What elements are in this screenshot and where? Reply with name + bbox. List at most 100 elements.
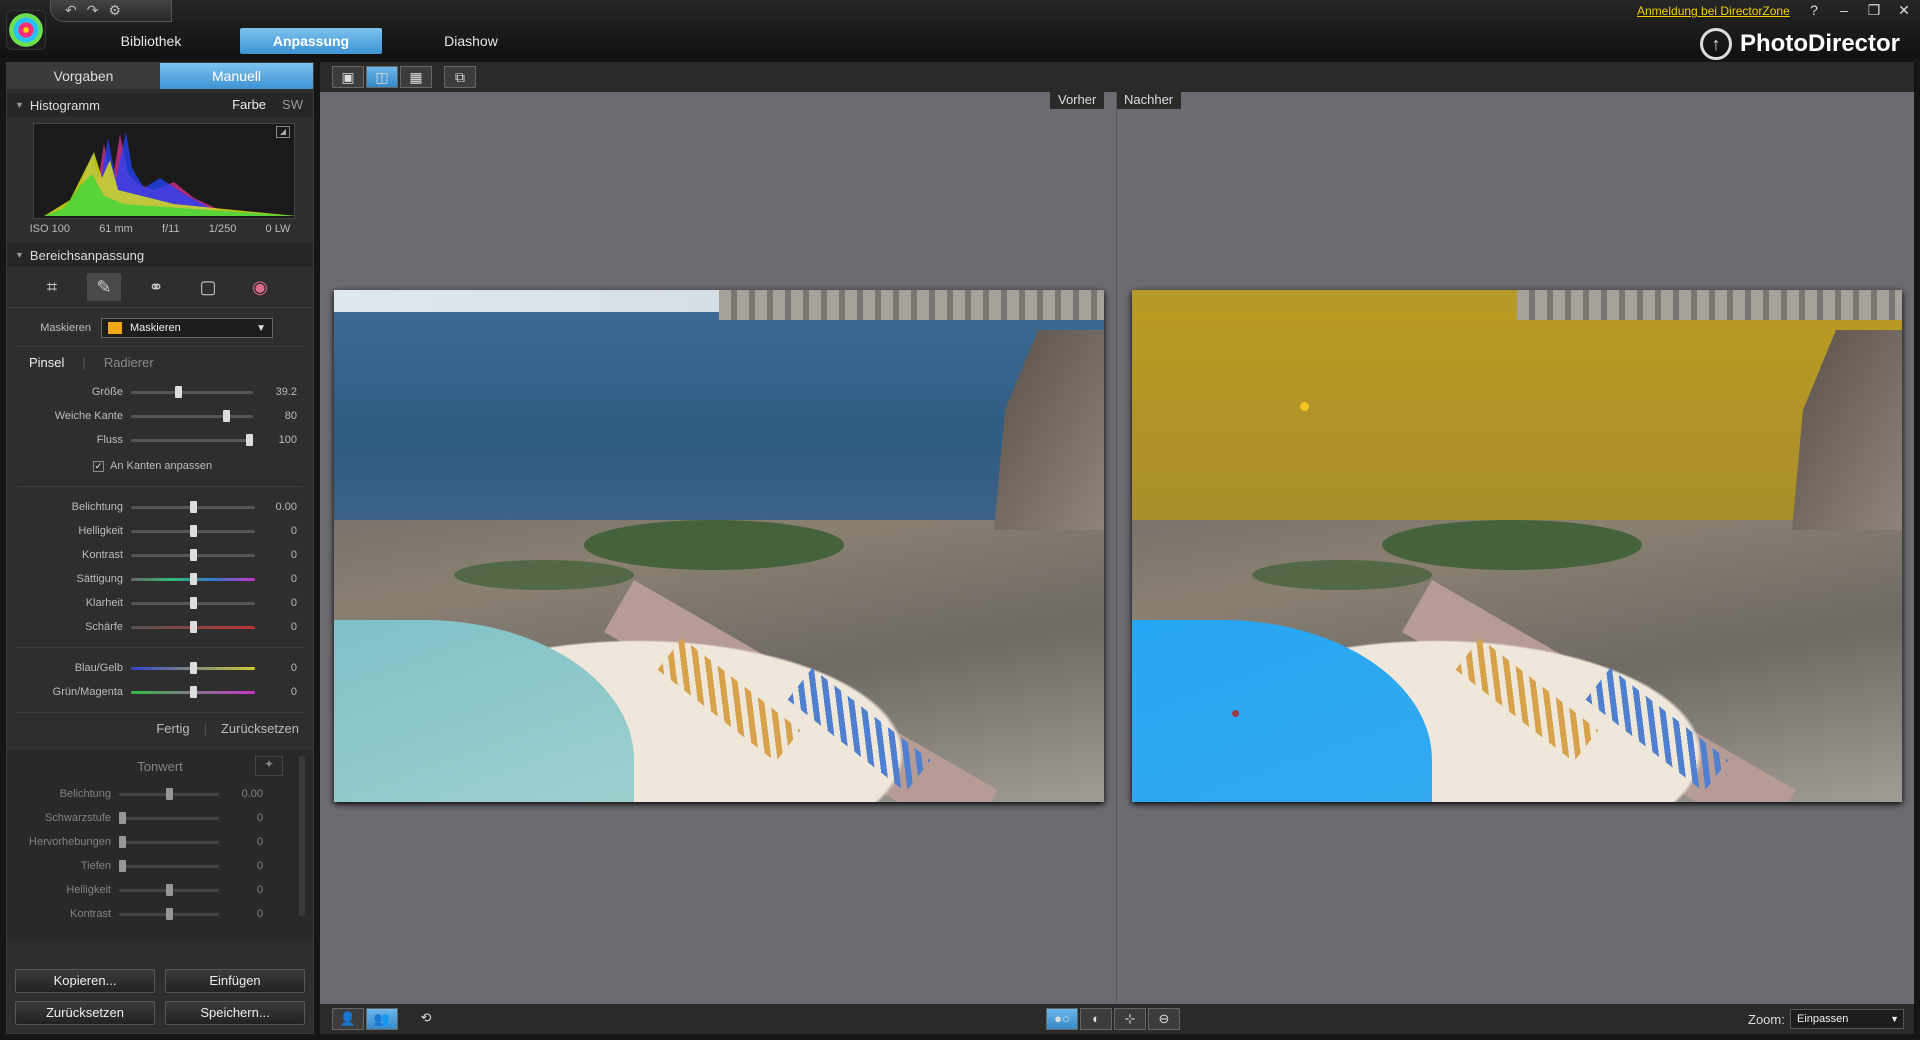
tab-pinsel[interactable]: Pinsel (29, 355, 64, 370)
reset-button[interactable]: Zurücksetzen (15, 1001, 155, 1025)
slider-handle[interactable] (189, 620, 197, 633)
redo-icon[interactable]: ↷ (87, 2, 99, 19)
tab-bibliothek[interactable]: Bibliothek (80, 28, 222, 54)
slider-handle[interactable] (119, 835, 126, 848)
rotate-list-icon[interactable]: ⟲ (410, 1008, 442, 1030)
slider-handle[interactable] (189, 685, 197, 698)
tone-scrollbar[interactable] (299, 756, 305, 916)
pin-icon[interactable]: ✦ (255, 756, 283, 776)
app-logo-icon[interactable] (6, 10, 46, 50)
tab-radierer[interactable]: Radierer (104, 355, 154, 370)
slider-value: 100 (278, 434, 297, 446)
minimize-icon[interactable]: – (1835, 2, 1853, 19)
slider-row: Sättigung 0 (7, 567, 313, 591)
spot-removal-icon[interactable]: ⚭ (139, 273, 173, 301)
paste-button[interactable]: Einfügen (165, 969, 305, 993)
slider-handle[interactable] (119, 811, 126, 824)
slider-track[interactable] (131, 596, 255, 609)
collapse-triangle-icon[interactable]: ▼ (15, 250, 24, 260)
tab-anpassung[interactable]: Anpassung (240, 28, 382, 54)
slider-handle[interactable] (119, 859, 126, 872)
single-view-icon[interactable]: ▣ (332, 66, 364, 88)
slider-handle[interactable] (189, 661, 197, 674)
edge-checkbox[interactable]: ✓ (93, 460, 104, 472)
slider-label: Schärfe (85, 621, 123, 633)
slider-handle[interactable] (189, 548, 197, 561)
directorzone-login-link[interactable]: Anmeldung bei DirectorZone (1637, 4, 1790, 18)
histogram-expand-icon[interactable]: ◢ (276, 126, 290, 138)
upload-arrow-icon[interactable]: ↑ (1700, 28, 1732, 60)
slider-handle[interactable] (165, 883, 173, 896)
slider-handle[interactable] (189, 572, 197, 585)
horizon-icon[interactable]: ⊖ (1148, 1008, 1180, 1030)
slider-handle[interactable] (189, 524, 197, 537)
reset-area-button[interactable]: Zurücksetzen (221, 721, 299, 736)
help-icon[interactable]: ? (1805, 2, 1823, 19)
slider-track[interactable] (131, 661, 255, 674)
slider-track[interactable] (119, 883, 219, 896)
grid-view-icon[interactable]: ▦ (400, 66, 432, 88)
slider-track[interactable] (131, 548, 255, 561)
save-button[interactable]: Speichern... (165, 1001, 305, 1025)
tab-diashow[interactable]: Diashow (400, 28, 542, 54)
mask-pin-yellow[interactable] (1300, 402, 1309, 411)
slider-handle[interactable] (189, 500, 197, 513)
slider-row: Helligkeit 0 (7, 519, 313, 543)
slider-handle[interactable] (165, 787, 173, 800)
slider-track[interactable] (119, 907, 219, 920)
histogram-graph: ◢ (33, 123, 295, 219)
slider-track[interactable] (119, 835, 219, 848)
compare-view-icon[interactable]: ◫ (366, 66, 398, 88)
slider-track[interactable] (131, 409, 253, 422)
multi-face-icon[interactable]: 👥 (366, 1008, 398, 1030)
contrast-icon[interactable]: ◐ (1080, 1008, 1112, 1030)
slider-track[interactable] (131, 385, 253, 398)
gradient-icon[interactable]: ▢ (191, 273, 225, 301)
slider-track[interactable] (119, 859, 219, 872)
area-adjust-header[interactable]: ▼ Bereichsanpassung (7, 243, 313, 267)
single-face-icon[interactable]: 👤 (332, 1008, 364, 1030)
slider-row: Kontrast 0 (7, 543, 313, 567)
after-photo[interactable] (1132, 290, 1902, 802)
slider-handle[interactable] (189, 596, 197, 609)
crop-icon[interactable]: ⌗ (35, 273, 69, 301)
slider-row: Belichtung 0.00 (7, 495, 313, 519)
settings-icon[interactable]: ⚙ (108, 2, 121, 19)
histogram-color-option[interactable]: Farbe (232, 97, 266, 112)
mask-overlay-icon[interactable]: ●○ (1046, 1008, 1078, 1030)
histogram-bw-option[interactable]: SW (282, 97, 303, 112)
tab-manuell[interactable]: Manuell (160, 63, 313, 89)
adjustment-panel: Vorgaben Manuell ▼ Histogramm Farbe SW ◢… (6, 62, 314, 1034)
slider-handle[interactable] (174, 385, 182, 398)
copy-button[interactable]: Kopieren... (15, 969, 155, 993)
histogram-header[interactable]: ▼ Histogramm Farbe SW (7, 93, 313, 117)
mask-row: Maskieren Maskieren ▼ (7, 318, 313, 338)
mask-select[interactable]: Maskieren ▼ (101, 318, 273, 338)
slider-track[interactable] (119, 811, 219, 824)
main-nav-tabs: Bibliothek Anpassung Diashow (80, 28, 542, 54)
slider-track[interactable] (131, 524, 255, 537)
slider-handle[interactable] (165, 907, 173, 920)
collapse-triangle-icon[interactable]: ▼ (15, 100, 24, 110)
close-icon[interactable]: ✕ (1895, 2, 1913, 19)
slider-track[interactable] (119, 787, 219, 800)
undo-icon[interactable]: ↶ (65, 2, 77, 19)
zoom-select[interactable]: Einpassen (1790, 1009, 1904, 1029)
brush-icon[interactable]: ✎ (87, 273, 121, 301)
slider-handle[interactable] (223, 409, 230, 422)
straighten-icon[interactable]: ⊹ (1114, 1008, 1146, 1030)
slider-track[interactable] (131, 572, 255, 585)
slider-value: 0 (256, 884, 263, 896)
done-button[interactable]: Fertig (156, 721, 189, 736)
slider-handle[interactable] (246, 433, 253, 446)
slider-track[interactable] (131, 500, 255, 513)
red-eye-icon[interactable]: ◉ (243, 273, 277, 301)
slider-track[interactable] (131, 685, 255, 698)
slider-track[interactable] (131, 620, 255, 633)
before-photo[interactable] (334, 290, 1104, 802)
mask-pin-blue[interactable] (1232, 710, 1239, 717)
slider-track[interactable] (131, 433, 253, 446)
restore-icon[interactable]: ❐ (1865, 2, 1883, 19)
tab-vorgaben[interactable]: Vorgaben (7, 63, 160, 89)
second-display-icon[interactable]: ⧉ (444, 66, 476, 88)
